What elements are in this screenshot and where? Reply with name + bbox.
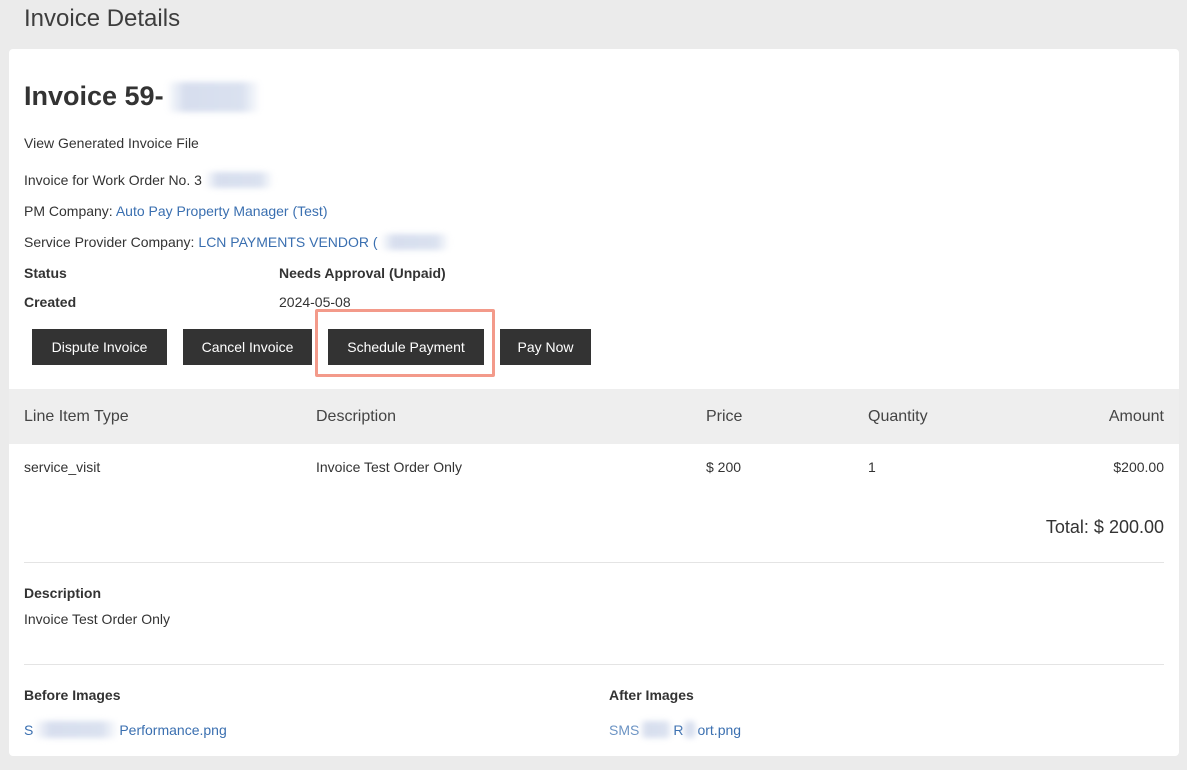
column-header-price: Price bbox=[706, 408, 743, 425]
pay-now-button[interactable]: Pay Now bbox=[500, 329, 591, 365]
column-header-description: Description bbox=[316, 408, 397, 425]
dispute-invoice-button[interactable]: Dispute Invoice bbox=[32, 329, 167, 365]
row-price: $ 200 bbox=[706, 459, 742, 475]
status-value: Needs Approval (Unpaid) bbox=[279, 265, 446, 281]
redacted-before-filename bbox=[33, 721, 120, 738]
invoice-card: Invoice 59- View Generated Invoice File … bbox=[9, 49, 1179, 756]
divider bbox=[24, 664, 1164, 665]
redacted-sp-company-id bbox=[379, 234, 450, 250]
created-value: 2024-05-08 bbox=[279, 294, 351, 310]
row-line-item-type: service_visit bbox=[24, 459, 101, 475]
row-quantity: 1 bbox=[868, 459, 876, 475]
redacted-after-filename-2 bbox=[683, 721, 698, 738]
column-header-line-item-type: Line Item Type bbox=[24, 408, 129, 425]
description-text: Invoice Test Order Only bbox=[24, 611, 171, 627]
before-image-file-link[interactable]: S Performance.png bbox=[24, 721, 227, 738]
before-file-suffix: Performance.png bbox=[119, 721, 227, 738]
view-invoice-file-link[interactable]: View Generated Invoice File bbox=[24, 135, 199, 151]
invoice-total: Total: $ 200.00 bbox=[1045, 517, 1164, 537]
sp-company-label: Service Provider Company: bbox=[24, 234, 195, 250]
sp-company-row: Service Provider Company: LCN PAYMENTS V… bbox=[24, 234, 450, 250]
after-image-file-link[interactable]: SMS R ort.png bbox=[609, 721, 741, 738]
work-order-label: Invoice for Work Order No. 3 bbox=[24, 172, 202, 188]
column-header-amount: Amount bbox=[1108, 408, 1164, 425]
before-images-label: Before Images bbox=[24, 687, 121, 703]
after-file-prefix: SMS bbox=[609, 721, 640, 738]
redacted-work-order-number bbox=[203, 172, 274, 188]
pm-company-label: PM Company: bbox=[24, 203, 113, 219]
status-label: Status bbox=[24, 265, 67, 281]
after-file-middle: R bbox=[673, 721, 684, 738]
pm-company-row: PM Company: Auto Pay Property Manager (T… bbox=[24, 203, 327, 219]
after-images-label: After Images bbox=[609, 687, 694, 703]
row-description: Invoice Test Order Only bbox=[316, 459, 463, 475]
before-file-prefix: S bbox=[24, 721, 34, 738]
line-items-header: Line Item Type Description Price Quantit… bbox=[9, 389, 1179, 444]
row-amount: $200.00 bbox=[1113, 459, 1164, 475]
pm-company-link[interactable]: Auto Pay Property Manager (Test) bbox=[116, 203, 328, 219]
cancel-invoice-button[interactable]: Cancel Invoice bbox=[183, 329, 312, 365]
divider bbox=[24, 562, 1164, 563]
description-label: Description bbox=[24, 585, 102, 601]
page-title: Invoice Details bbox=[24, 5, 181, 32]
redacted-invoice-number bbox=[165, 81, 261, 112]
created-label: Created bbox=[24, 294, 77, 310]
redacted-after-filename-1 bbox=[639, 721, 674, 738]
column-header-quantity: Quantity bbox=[868, 408, 928, 425]
work-order-row: Invoice for Work Order No. 3 bbox=[24, 172, 274, 188]
after-file-suffix: ort.png bbox=[697, 721, 742, 738]
invoice-heading: Invoice 59- bbox=[24, 81, 261, 112]
invoice-number: Invoice 59- bbox=[24, 81, 164, 111]
sp-company-link[interactable]: LCN PAYMENTS VENDOR ( bbox=[198, 234, 377, 250]
schedule-payment-button[interactable]: Schedule Payment bbox=[328, 329, 484, 365]
